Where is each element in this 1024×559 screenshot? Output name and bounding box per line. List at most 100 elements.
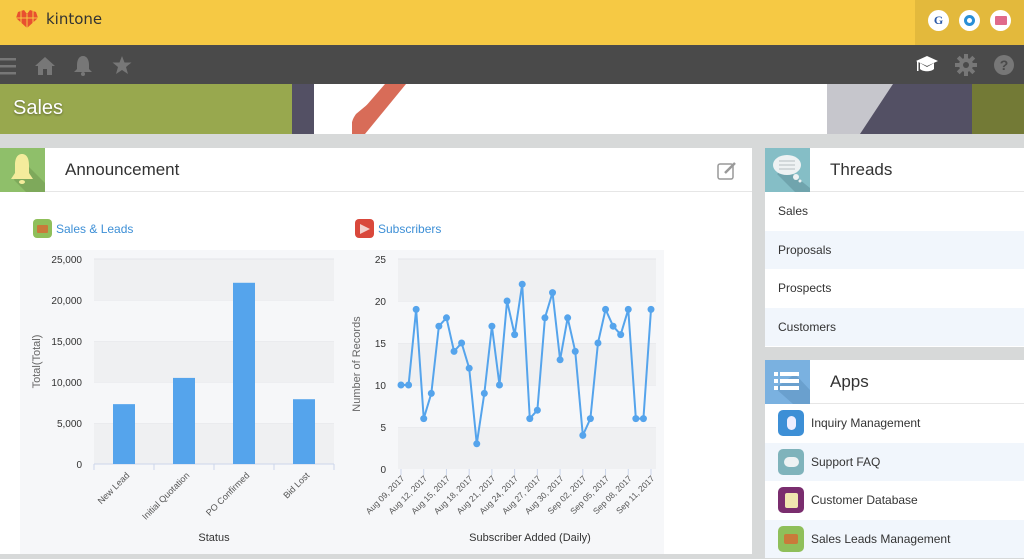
data-point [564,314,572,322]
bar-po-confirmed [233,282,255,464]
y-tick-label: 15 [375,339,387,350]
thread-item-proposals[interactable]: Proposals [765,230,1024,269]
list-icon [765,359,810,404]
y-tick-label: 15,000 [51,337,82,348]
header-apps-area: G [915,0,1024,45]
mail-icon [994,16,1007,25]
data-point [586,415,594,423]
data-point [427,389,435,397]
thread-label: Proposals [778,242,832,257]
app-item-customer-database[interactable]: Customer Database [765,481,1024,520]
data-point [511,331,519,339]
help-icon[interactable]: ? [993,54,1015,76]
grid-band [398,427,656,469]
y-tick-label: 20 [375,297,387,308]
threads-panel: Threads Sales Proposals Prospects Custom… [765,147,1024,347]
star-icon[interactable] [112,55,132,75]
data-point [556,356,564,364]
line-chart-svg: 0510152025Aug 09, 2017Aug 12, 2017Aug 15… [351,255,657,544]
home-icon[interactable] [35,56,55,76]
x-tick-label: Bid Lost [281,470,311,500]
apps-list: Inquiry Management Support FAQ Customer … [765,404,1024,558]
y-tick-label: 25,000 [51,255,82,266]
sales-leads-link[interactable]: Sales & Leads [33,219,133,238]
y-axis-title: Total(Total) [31,335,43,389]
grid-band [94,341,334,382]
garoon-icon: G [933,13,944,27]
kintone-logo-icon [16,10,38,28]
app-label: Support FAQ [811,454,881,469]
announcement-panel: Announcement Sales & Leads Subscribers 0… [0,147,752,554]
customer-card-icon [778,487,804,514]
bar-initial-quotation [173,377,195,464]
x-tick-label: New Lead [96,470,132,506]
data-point [412,305,420,313]
data-point [488,322,496,330]
subscribers-link-label: Subscribers [378,221,442,236]
garoon-button[interactable]: G [928,10,949,31]
y-tick-label: 5,000 [57,419,82,430]
y-tick-label: 0 [380,465,386,476]
x-tick-label: Initial Quotation [140,470,191,521]
data-point [549,289,557,297]
app-item-sales-leads-management[interactable]: Sales Leads Management [765,519,1024,558]
thread-label: Sales [778,204,809,219]
data-point [624,305,632,313]
data-point [450,347,458,355]
office-button[interactable] [959,10,980,31]
data-point [442,314,450,322]
thread-item-prospects[interactable]: Prospects [765,269,1024,308]
app-item-inquiry-management[interactable]: Inquiry Management [765,404,1024,443]
data-point [609,322,617,330]
logo-text: kintone [46,10,103,28]
thread-item-sales[interactable]: Sales [765,192,1024,231]
data-point [473,440,481,448]
grid-band [94,259,334,300]
kintone-logo[interactable]: kintone [14,10,102,28]
bar-bid-lost [293,399,315,464]
global-navbar: ? [0,45,1024,85]
y-tick-label: 0 [76,460,82,471]
megaphone-icon [355,219,374,238]
svg-text:?: ? [1000,57,1009,73]
threads-header: Threads [765,147,1024,192]
data-point [503,297,511,305]
graduation-cap-icon[interactable] [916,55,938,75]
app-label: Customer Database [811,493,918,508]
briefcase-icon [778,525,804,552]
gear-icon[interactable] [955,54,977,76]
data-point [465,364,473,372]
x-tick-label: PO Confirmed [204,470,251,517]
app-item-support-faq[interactable]: Support FAQ [765,442,1024,481]
data-point [526,415,534,423]
data-point [405,381,413,389]
app-label: Sales Leads Management [811,531,951,546]
data-point [480,389,488,397]
y-tick-label: 25 [375,255,387,266]
y-tick-label: 10 [375,381,387,392]
subscribers-link[interactable]: Subscribers [355,219,441,238]
bar-chart-svg: 0 5,000 10,000 15,000 20,000 25,000 New Lead In… [31,255,335,544]
edit-icon[interactable] [717,161,737,181]
top-header: kintone G [0,0,1024,45]
data-point [579,431,587,439]
threads-list: Sales Proposals Prospects Customers [765,192,1024,346]
sales-leads-link-label: Sales & Leads [56,221,134,236]
data-point [495,381,503,389]
data-point [435,322,443,330]
apps-title: Apps [830,371,869,391]
menu-icon[interactable] [0,57,16,75]
app-label: Inquiry Management [811,416,921,431]
announcement-header: Announcement [0,147,752,192]
space-banner: Sales [0,84,1024,134]
apps-header: Apps [765,359,1024,404]
bell-icon[interactable] [73,55,93,76]
mail-button[interactable] [990,10,1011,31]
speech-bubble-icon [765,147,810,192]
faq-bubble-icon [778,448,804,475]
thread-item-customers[interactable]: Customers [765,307,1024,346]
data-point [533,406,541,414]
data-point [617,331,625,339]
bell-icon [0,147,45,192]
grid-band [398,259,656,301]
